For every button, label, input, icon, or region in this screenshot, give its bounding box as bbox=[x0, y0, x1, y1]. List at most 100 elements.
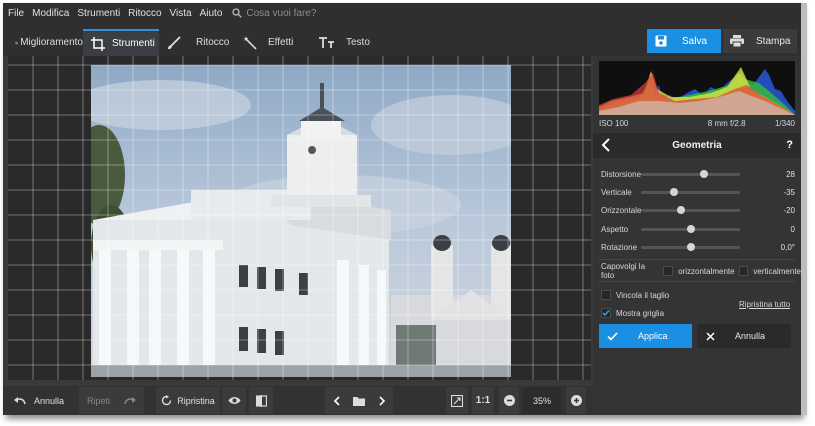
magic-wand-icon bbox=[243, 35, 257, 50]
search-icon bbox=[232, 8, 243, 18]
slider-track[interactable] bbox=[641, 191, 740, 194]
slider-value: 0,0° bbox=[780, 242, 795, 252]
slider-track[interactable] bbox=[641, 173, 740, 176]
menu-vista[interactable]: Vista bbox=[170, 8, 192, 19]
lens-value: 8 mm f/2.8 bbox=[707, 118, 746, 128]
geometry-title: Geometria bbox=[672, 140, 722, 151]
tab-testo[interactable]: Testo bbox=[311, 29, 387, 56]
tab-strumenti[interactable]: Strumenti bbox=[83, 29, 159, 56]
tab-miglioramento[interactable]: Miglioramento bbox=[7, 29, 83, 56]
prev-image-button[interactable] bbox=[325, 387, 347, 414]
main-toolbar: Miglioramento Strumenti Ritocco Effetti … bbox=[3, 23, 801, 56]
histogram-exif: ISO 100 8 mm f/2.8 1/340 bbox=[599, 116, 795, 130]
undo-icon bbox=[13, 397, 26, 405]
slider-thumb[interactable] bbox=[686, 225, 695, 233]
menu-modifica[interactable]: Modifica bbox=[32, 8, 69, 19]
show-grid-row[interactable]: Mostra griglia bbox=[601, 307, 664, 319]
zoom-out-button[interactable] bbox=[499, 387, 519, 414]
redo-button[interactable]: Ripeti bbox=[79, 387, 144, 414]
constrain-crop-checkbox[interactable] bbox=[601, 290, 611, 300]
flip-vertical-checkbox[interactable] bbox=[738, 266, 749, 276]
reset-all-link[interactable]: Ripristina tutto bbox=[739, 298, 790, 310]
tab-miglioramento-label: Miglioramento bbox=[20, 37, 83, 48]
flip-vertical-label[interactable]: verticalmente bbox=[753, 267, 801, 276]
preview-button[interactable] bbox=[222, 387, 246, 414]
slider-rotazione[interactable]: Rotazione 0,0° bbox=[601, 240, 795, 254]
slider-label: Verticale bbox=[601, 187, 632, 197]
sliders-icon bbox=[15, 41, 18, 44]
slider-verticale[interactable]: Verticale -35 bbox=[601, 185, 795, 199]
constrain-crop-label[interactable]: Vincola il taglio bbox=[616, 291, 669, 300]
tab-strumenti-label: Strumenti bbox=[112, 38, 155, 49]
slider-thumb[interactable] bbox=[686, 243, 695, 251]
cancel-button[interactable]: Annulla bbox=[697, 324, 791, 348]
slider-value: 0 bbox=[790, 224, 795, 234]
apply-button[interactable]: Applica bbox=[599, 324, 692, 348]
undo-button[interactable]: Annulla bbox=[8, 387, 70, 414]
menu-bar: File Modifica Strumenti Ritocco Vista Ai… bbox=[3, 3, 801, 23]
zoom-level[interactable]: 35% bbox=[523, 387, 561, 414]
flip-horizontal-checkbox[interactable] bbox=[663, 266, 674, 276]
menu-aiuto[interactable]: Aiuto bbox=[200, 8, 223, 19]
divider bbox=[599, 259, 795, 260]
brush-icon bbox=[168, 35, 181, 49]
divider bbox=[599, 281, 795, 282]
flip-horizontal-label[interactable]: orizzontalmente bbox=[678, 267, 734, 276]
check-icon bbox=[607, 331, 618, 341]
slider-aspetto[interactable]: Aspetto 0 bbox=[601, 222, 795, 236]
image-canvas[interactable] bbox=[8, 56, 591, 380]
text-icon bbox=[319, 36, 334, 48]
right-panel: ISO 100 8 mm f/2.8 1/340 Geometria ? Dis… bbox=[593, 56, 801, 415]
window-shadow-edge bbox=[801, 3, 807, 415]
slider-orizzontale[interactable]: Orizzontale -20 bbox=[601, 203, 795, 217]
slider-label: Aspetto bbox=[601, 224, 629, 234]
open-folder-button[interactable] bbox=[347, 387, 371, 414]
slider-thumb[interactable] bbox=[700, 170, 709, 178]
zoom-in-button[interactable] bbox=[566, 387, 586, 414]
print-label: Stampa bbox=[756, 35, 791, 47]
composition-grid bbox=[8, 56, 591, 380]
floppy-icon bbox=[655, 35, 667, 47]
show-grid-checkbox[interactable] bbox=[601, 308, 611, 318]
crop-icon bbox=[91, 36, 105, 51]
next-image-button[interactable] bbox=[371, 387, 393, 414]
apply-label: Applica bbox=[638, 331, 668, 341]
search-placeholder[interactable]: Cosa vuoi fare? bbox=[246, 8, 316, 19]
slider-distorsione[interactable]: Distorsione 28 bbox=[601, 167, 795, 181]
actual-size-button[interactable]: 1:1 bbox=[472, 387, 494, 414]
chevron-left-icon bbox=[333, 395, 340, 406]
reset-button[interactable]: Ripristina bbox=[156, 387, 220, 414]
histogram bbox=[599, 61, 795, 115]
help-button[interactable]: ? bbox=[786, 139, 793, 151]
reset-label: Ripristina bbox=[177, 395, 215, 406]
menu-strumenti[interactable]: Strumenti bbox=[77, 8, 120, 19]
tab-effetti-label: Effetti bbox=[268, 37, 294, 48]
menu-file[interactable]: File bbox=[8, 8, 24, 19]
constrain-crop-row[interactable]: Vincola il taglio bbox=[601, 289, 669, 301]
slider-thumb[interactable] bbox=[676, 206, 685, 214]
back-arrow-icon[interactable] bbox=[601, 138, 611, 152]
fit-screen-button[interactable] bbox=[446, 387, 468, 414]
before-after-button[interactable] bbox=[249, 387, 273, 414]
show-grid-label[interactable]: Mostra griglia bbox=[616, 309, 664, 318]
menu-ritocco[interactable]: Ritocco bbox=[128, 8, 161, 19]
slider-value: 28 bbox=[786, 169, 795, 179]
cancel-label: Annulla bbox=[735, 331, 766, 341]
slider-label: Orizzontale bbox=[601, 205, 642, 215]
save-button[interactable]: Salva bbox=[647, 29, 721, 53]
app-window: File Modifica Strumenti Ritocco Vista Ai… bbox=[3, 3, 801, 415]
zoom-out-icon bbox=[503, 395, 515, 406]
folder-icon bbox=[353, 396, 365, 406]
tab-effetti[interactable]: Effetti bbox=[235, 29, 311, 56]
slider-thumb[interactable] bbox=[669, 188, 678, 196]
slider-track[interactable] bbox=[641, 209, 740, 212]
close-icon bbox=[706, 331, 715, 341]
tab-testo-label: Testo bbox=[346, 37, 370, 48]
slider-label: Rotazione bbox=[601, 242, 638, 252]
command-search[interactable]: Cosa vuoi fare? bbox=[232, 8, 316, 19]
print-button[interactable]: Stampa bbox=[723, 29, 797, 53]
eye-icon bbox=[228, 397, 240, 404]
iso-value: ISO 100 bbox=[599, 118, 629, 128]
fit-icon bbox=[451, 394, 463, 407]
tab-ritocco[interactable]: Ritocco bbox=[159, 29, 235, 56]
